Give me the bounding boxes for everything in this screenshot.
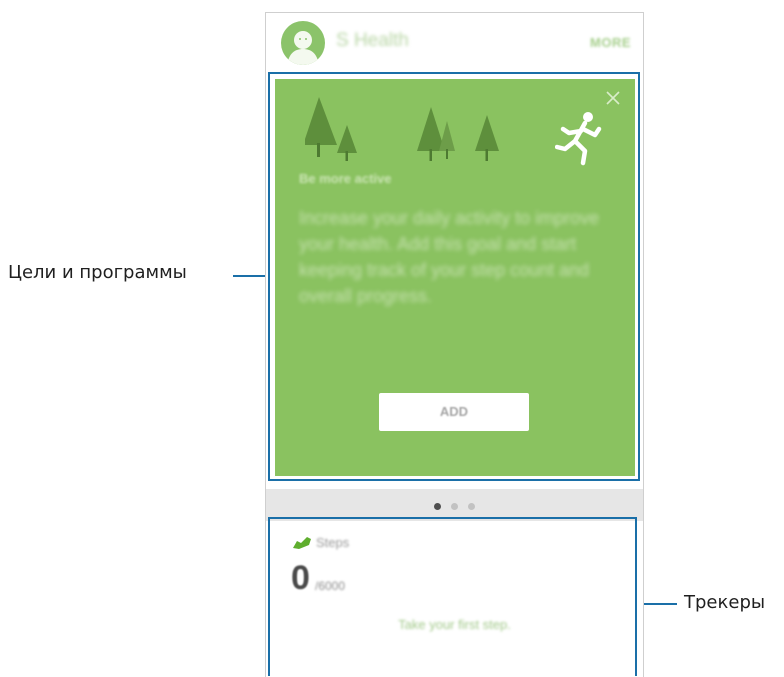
app-bar: S Health MORE [266,13,643,73]
goals-callout-line [233,275,269,277]
trackers-callout-label: Трекеры [684,592,766,613]
trackers-highlight-frame [268,517,637,676]
more-button[interactable]: MORE [590,35,631,50]
page-dot-3[interactable] [468,503,475,510]
avatar-icon[interactable] [281,21,325,65]
goals-highlight-frame [268,72,640,481]
page-dot-1[interactable] [434,503,441,510]
app-title: S Health [336,30,409,51]
page-dot-2[interactable] [451,503,458,510]
goals-callout-label: Цели и программы [8,262,187,283]
